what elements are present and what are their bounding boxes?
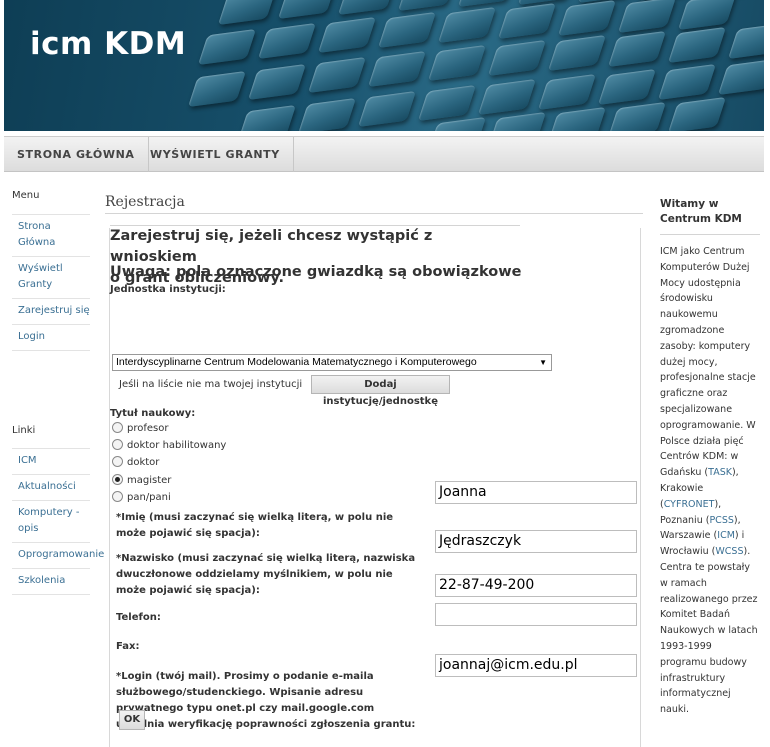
login-email-input[interactable]: joannaj@icm.edu.pl (435, 654, 637, 677)
menu-heading: Menu (12, 190, 40, 201)
chevron-down-icon: ▼ (539, 358, 547, 367)
radio-label: profesor (127, 423, 169, 434)
unit-select-value: Interdyscyplinarne Centrum Modelowania M… (116, 356, 477, 368)
menu-item-grants[interactable]: Wyświetl Granty (12, 257, 90, 299)
phone-label: Telefon: (116, 612, 161, 623)
menu-item-home[interactable]: Strona Główna (12, 215, 90, 257)
radio-button[interactable] (112, 439, 123, 450)
links-heading: Linki (12, 425, 36, 436)
welcome-text-part: ICM jako Centrum Komputerów Dużej Mocy u… (660, 246, 756, 479)
link-task[interactable]: TASK (708, 467, 732, 478)
radio-option-profesor[interactable]: profesor (112, 422, 168, 436)
link-pcss[interactable]: PCSS (709, 515, 733, 526)
ok-button[interactable]: OK (119, 710, 145, 730)
unit-label: Jednostka instytucji: (110, 284, 226, 295)
link-item-software[interactable]: Oprogramowanie (12, 543, 104, 569)
last-name-input[interactable]: Jędraszczyk (435, 530, 637, 553)
unit-select[interactable]: Interdyscyplinarne Centrum Modelowania M… (112, 354, 552, 371)
radio-button[interactable] (112, 456, 123, 467)
link-item-news[interactable]: Aktualności (12, 475, 90, 501)
radio-option-doktor-hab[interactable]: doktor habilitowany (112, 439, 226, 453)
site-header: icm KDM (4, 0, 764, 131)
registration-form: Zarejestruj się, jeżeli chcesz wystąpić … (109, 225, 641, 747)
radio-label: doktor (127, 457, 160, 468)
link-item-training[interactable]: Szkolenia (12, 569, 90, 595)
fax-input[interactable] (435, 603, 637, 626)
radio-label: doktor habilitowany (127, 440, 227, 451)
radio-button[interactable] (112, 491, 123, 502)
links-list: ICM Aktualności Komputery - opis Oprogra… (12, 448, 104, 595)
nav-tab-grants[interactable]: WYŚWIETL GRANTY (137, 137, 294, 172)
radio-button-selected[interactable] (112, 474, 123, 485)
page-title: Rejestracja (105, 194, 643, 214)
main-content: Rejestracja Zarejestruj się, jeżeli chce… (105, 194, 643, 747)
menu-list: Strona Główna Wyświetl Granty Zarejestru… (12, 214, 90, 351)
right-sidebar: Witamy w Centrum KDM ICM jako Centrum Ko… (660, 197, 760, 718)
login-label: *Login (twój mail). Prosimy o podanie e-… (116, 671, 416, 730)
add-unit-button[interactable]: Dodaj instytucję/jednostkę (311, 375, 450, 407)
radio-option-pan-pani[interactable]: pan/pani (112, 491, 171, 505)
keyboard-banner-image (184, 0, 764, 131)
site-logo-title[interactable]: icm KDM (30, 26, 186, 62)
radio-button[interactable] (112, 422, 123, 433)
menu-item-login[interactable]: Login (12, 325, 90, 351)
menu-item-register[interactable]: Zarejestruj się (12, 299, 90, 325)
left-sidebar: Menu Strona Główna Wyświetl Granty Zarej… (12, 190, 104, 595)
unit-missing-note: Jeśli na liście nie ma twojej instytucji (119, 379, 303, 390)
academic-title-label: Tytuł naukowy: (110, 408, 196, 419)
nav-tab-home[interactable]: STRONA GŁÓWNA (4, 137, 149, 172)
first-name-input[interactable]: Joanna (435, 481, 637, 504)
fax-label: Fax: (116, 641, 140, 652)
radio-label: magister (127, 475, 172, 486)
radio-option-doktor[interactable]: doktor (112, 456, 159, 470)
welcome-title: Witamy w Centrum KDM (660, 197, 760, 235)
welcome-text: ICM jako Centrum Komputerów Dużej Mocy u… (660, 244, 760, 718)
welcome-text-part: ). Centra te powstały w ramach realizowa… (660, 546, 758, 716)
first-name-label: *Imię (musi zaczynać się wielką literą, … (116, 512, 394, 539)
radio-option-magister[interactable]: magister (112, 474, 171, 488)
last-name-label: *Nazwisko (musi zaczynać się wielką lite… (116, 553, 416, 596)
link-icm[interactable]: ICM (717, 530, 735, 541)
required-note: Uwaga: pola oznaczone gwiazdką są obowią… (110, 264, 522, 280)
radio-label: pan/pani (127, 492, 171, 503)
link-item-icm[interactable]: ICM (12, 449, 90, 475)
link-wcss[interactable]: WCSS (715, 546, 743, 557)
link-item-computers[interactable]: Komputery - opis (12, 501, 90, 543)
main-nav: STRONA GŁÓWNA WYŚWIETL GRANTY (4, 136, 764, 172)
phone-input[interactable]: 22-87-49-200 (435, 574, 637, 597)
link-cyfronet[interactable]: CYFRONET (664, 499, 715, 510)
